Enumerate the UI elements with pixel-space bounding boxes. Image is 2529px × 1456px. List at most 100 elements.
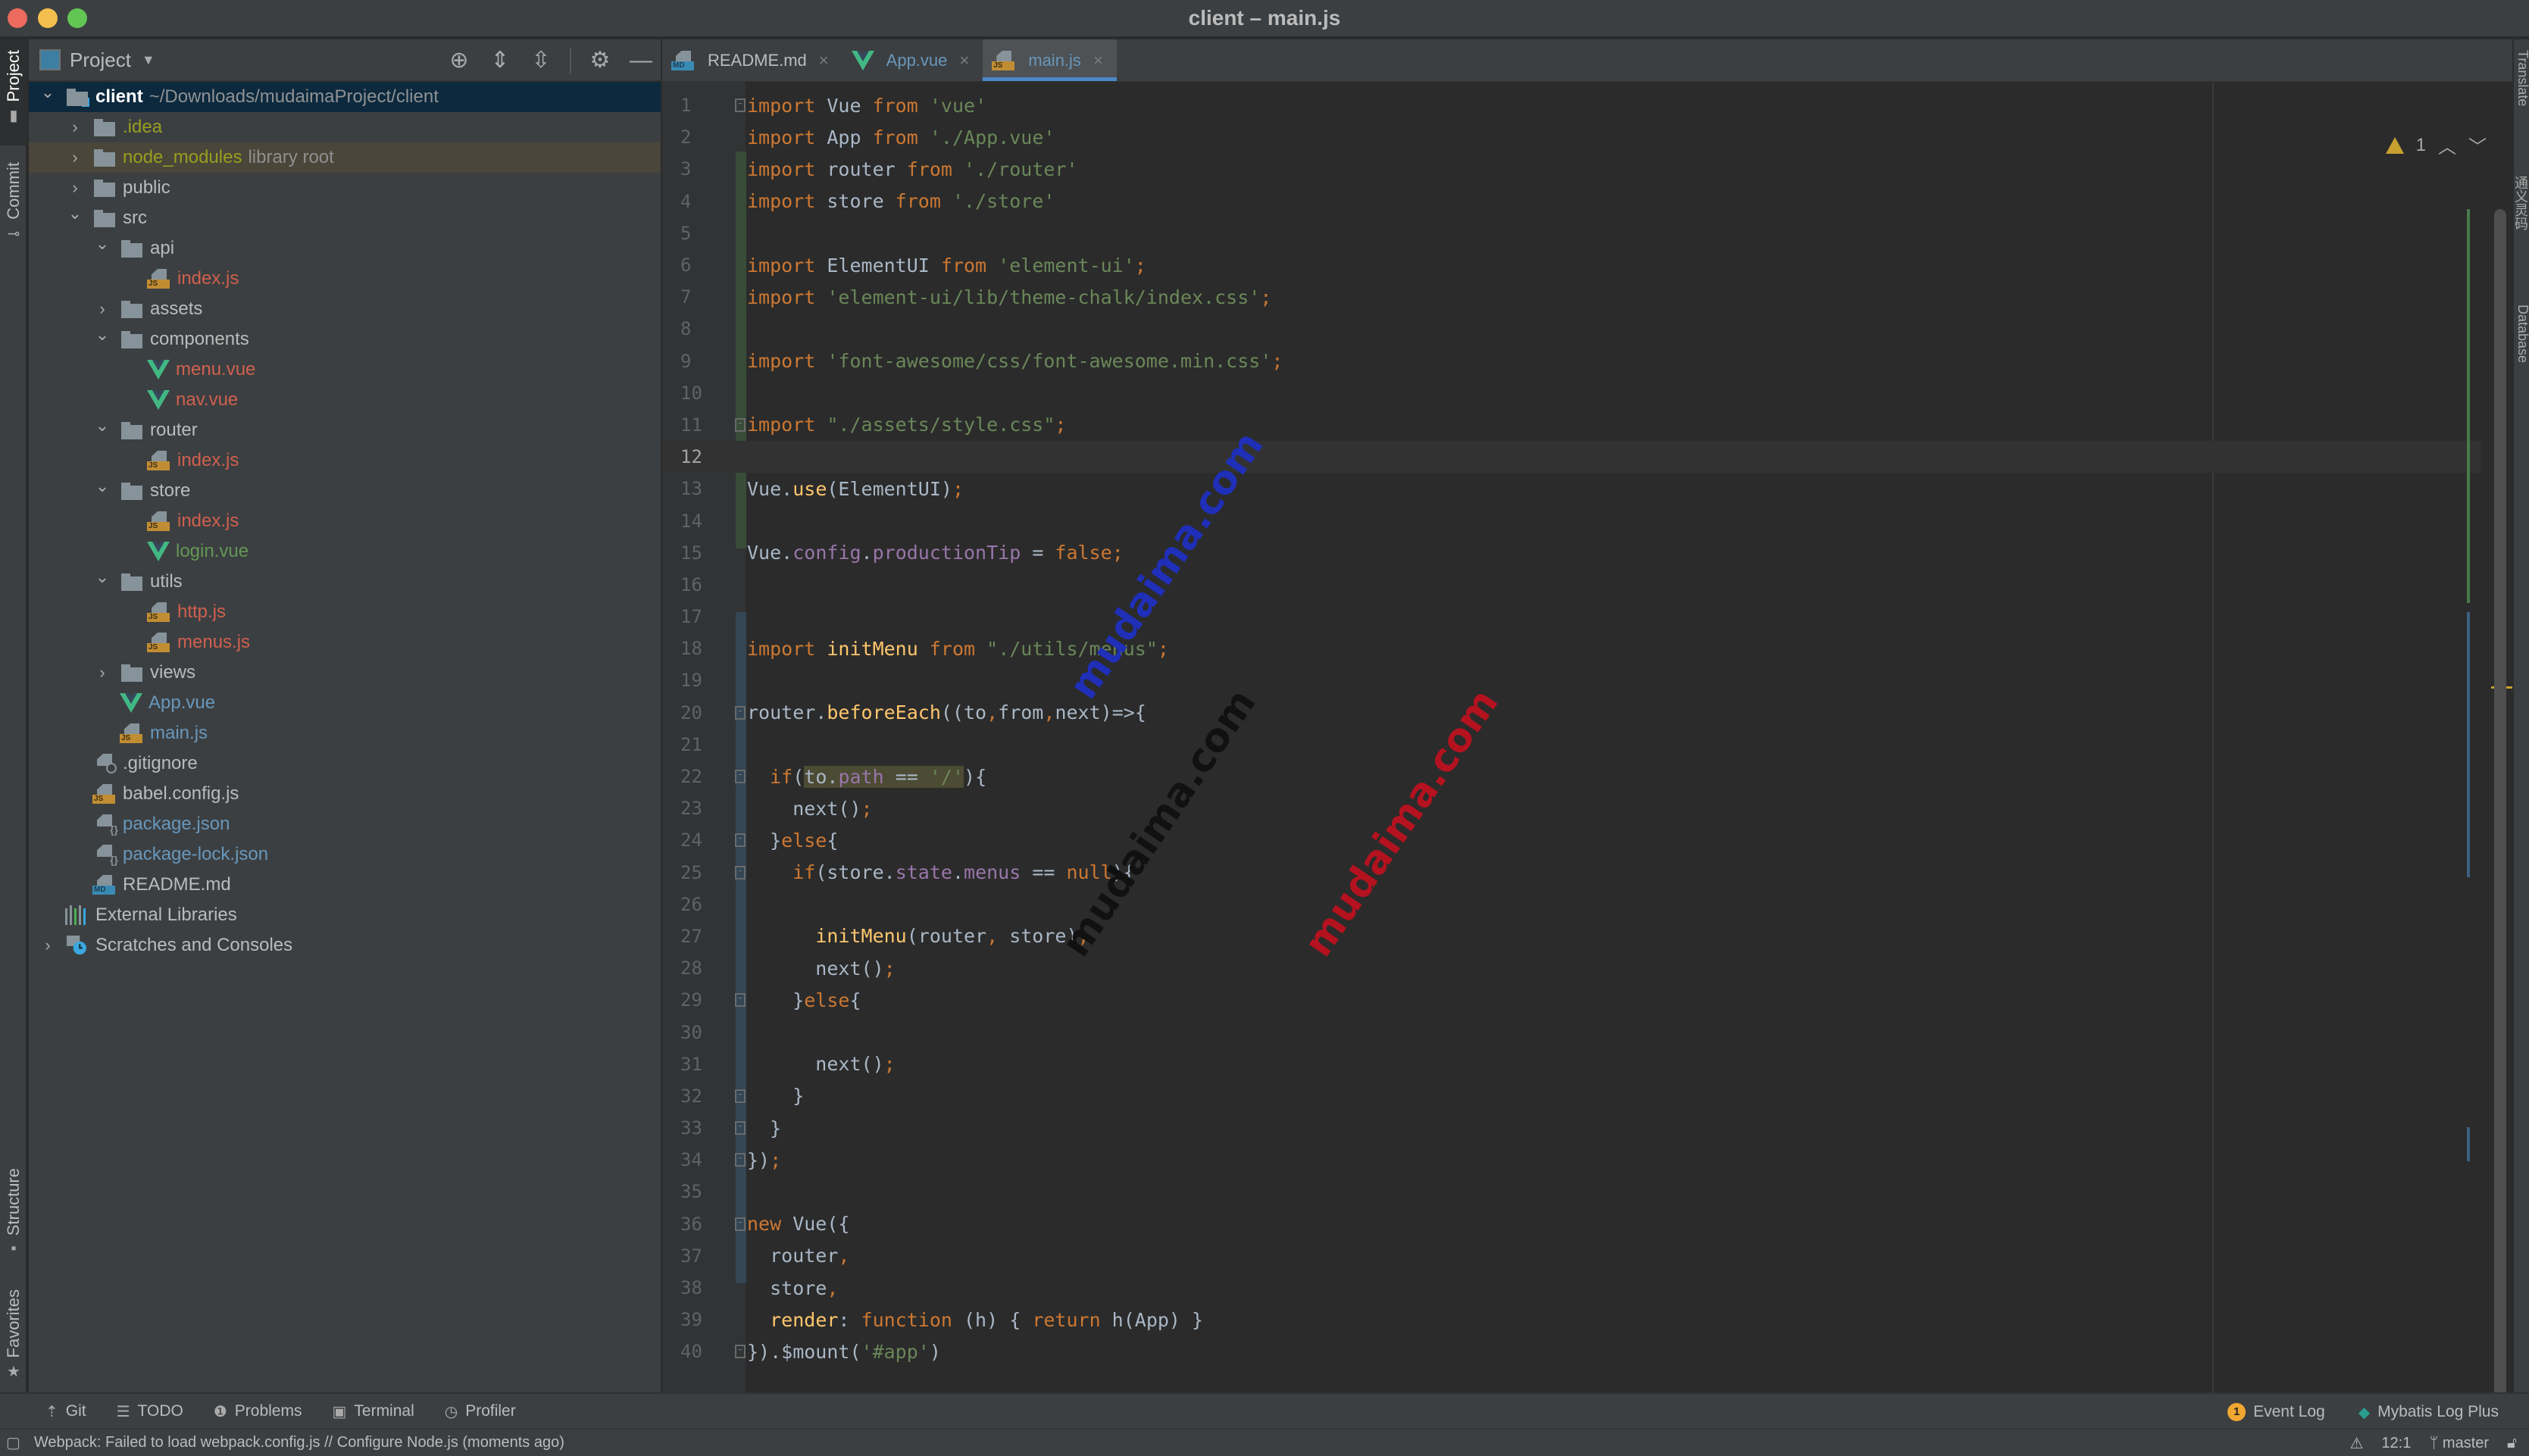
chevron-down-icon[interactable]: ⌄ [94, 567, 111, 587]
chevron-right-icon[interactable]: › [94, 663, 111, 683]
git-branch[interactable]: ᛘ master [2429, 1435, 2489, 1452]
previous-highlight-icon[interactable]: ︿ [2438, 132, 2456, 158]
tool-tab-database[interactable]: Database [2514, 305, 2529, 363]
gear-icon[interactable]: ⚙ [588, 47, 612, 74]
code-editor[interactable]: 1− import Vue from 'vue' 2 import App from … [662, 82, 2512, 1421]
tree-item[interactable]: ›JSbabel.config.js [29, 779, 661, 809]
tool-event-log[interactable]: 1 Event Log [2227, 1403, 2325, 1421]
fold-toggle-icon[interactable]: − [735, 705, 746, 720]
tree-item[interactable]: › views [29, 658, 661, 688]
tree-item[interactable]: › .idea [29, 112, 661, 142]
hide-panel-icon[interactable]: — [629, 47, 653, 74]
editor-tab-readme-md[interactable]: MD README.md × [662, 39, 842, 81]
tool-tab-tongyi-lingma[interactable]: 通义灵码 [2513, 176, 2529, 230]
chevron-right-icon[interactable]: › [67, 178, 83, 198]
tree-item[interactable]: ›JSmenus.js [29, 627, 661, 658]
code-text: import initMenu from "./utils/menus"; [747, 637, 1169, 660]
fold-toggle-icon[interactable]: − [735, 1217, 746, 1231]
tree-item[interactable]: ›JShttp.js [29, 597, 661, 627]
tree-item[interactable]: ›MDREADME.md [29, 870, 661, 900]
tree-item[interactable]: ⌄ router [29, 415, 661, 445]
fold-toggle-icon[interactable]: − [735, 993, 746, 1008]
chevron-down-icon[interactable]: ⌄ [94, 476, 111, 496]
tree-item[interactable]: › assets [29, 294, 661, 324]
tree-item[interactable]: ›App.vue [29, 688, 661, 718]
tree-item[interactable]: ›JSindex.js [29, 445, 661, 476]
readonly-lock-icon[interactable]: 🔓︎ [2507, 1435, 2517, 1452]
tool-mybatis-log-plus[interactable]: ◆ Mybatis Log Plus [2359, 1403, 2499, 1422]
close-tab-icon[interactable]: × [959, 51, 969, 70]
tree-item[interactable]: ›{}package-lock.json [29, 839, 661, 870]
tool-tab-favorites[interactable]: Favorites ★ [0, 1282, 27, 1395]
tree-item[interactable]: ⌄ src [29, 203, 661, 233]
folder-icon [120, 481, 144, 501]
project-view-selector[interactable]: Project [70, 48, 131, 72]
vcs-warning-icon[interactable]: ⚠ [2349, 1434, 2363, 1453]
tool-terminal[interactable]: ▣ Terminal [332, 1402, 414, 1421]
tree-item[interactable]: ⌄ store [29, 476, 661, 506]
chevron-right-icon[interactable]: › [39, 936, 56, 955]
editor-scrollbar[interactable] [2494, 209, 2506, 1421]
fold-toggle-icon[interactable]: − [735, 1089, 746, 1103]
tool-tab-commit[interactable]: Commit ⊸ [0, 155, 27, 253]
tree-item[interactable]: ›nav.vue [29, 385, 661, 415]
status-message[interactable]: Webpack: Failed to load webpack.config.j… [34, 1434, 564, 1451]
editor-tab-main-js[interactable]: JS main.js × [983, 39, 1117, 81]
fold-toggle-icon[interactable]: − [735, 1345, 746, 1359]
tool-git[interactable]: ⇡ Git [45, 1402, 86, 1421]
folder-icon [120, 330, 144, 349]
tree-item[interactable]: › node_modules library root [29, 142, 661, 173]
inspection-widget[interactable]: 1 ︿ ﹀ [2385, 132, 2487, 158]
caret-position[interactable]: 12:1 [2381, 1435, 2411, 1452]
collapse-all-icon[interactable]: ⇳ [529, 47, 553, 74]
chevron-right-icon[interactable]: › [67, 117, 83, 137]
tool-tab-translate[interactable]: Translate [2514, 50, 2529, 106]
tree-item[interactable]: ›.gitignore [29, 748, 661, 779]
code-line: 4 import store from './store' [662, 186, 2481, 217]
js-file-icon: JS [92, 784, 117, 804]
chevron-down-icon[interactable]: ⌄ [94, 416, 111, 436]
tree-item[interactable]: ›menu.vue [29, 355, 661, 385]
tree-item[interactable]: ⌄ components [29, 324, 661, 355]
chevron-down-icon[interactable]: ⌄ [39, 83, 56, 102]
code-line: 29 − }else{ [662, 984, 2481, 1016]
tree-item[interactable]: ›JSmain.js [29, 718, 661, 748]
fold-toggle-icon[interactable]: − [735, 98, 746, 112]
json-file-icon: {} [92, 845, 118, 866]
toggle-tool-windows-icon[interactable]: ▢ [6, 1433, 20, 1452]
tree-item[interactable]: ›login.vue [29, 536, 661, 567]
tree-item[interactable]: ⌄ client ~/Downloads/mudaimaProject/client [29, 82, 661, 112]
close-tab-icon[interactable]: × [819, 51, 829, 70]
tree-item[interactable]: ›JSindex.js [29, 506, 661, 536]
tree-item[interactable]: › Scratches and Consoles [29, 930, 661, 961]
tree-item[interactable]: ›External Libraries [29, 900, 661, 930]
tool-profiler[interactable]: ◷ Profiler [445, 1402, 516, 1421]
fold-toggle-icon[interactable]: − [735, 1121, 746, 1135]
tool-tab-project[interactable]: Project ▮ [0, 39, 27, 145]
tool-tab-structure[interactable]: Structure ▪ [0, 1161, 27, 1274]
chevron-down-icon[interactable]: ⌄ [94, 325, 111, 345]
close-tab-icon[interactable]: × [1093, 51, 1103, 70]
tree-item[interactable]: › public [29, 173, 661, 203]
fold-toggle-icon[interactable]: − [735, 865, 746, 880]
tree-item[interactable]: ›{}package.json [29, 809, 661, 839]
tree-item[interactable]: ⌄ api [29, 233, 661, 264]
next-highlight-icon[interactable]: ﹀ [2468, 132, 2487, 158]
locate-icon[interactable]: ⊕ [447, 47, 471, 74]
tree-item-label: client [95, 86, 143, 107]
chevron-right-icon[interactable]: › [67, 148, 83, 167]
chevron-right-icon[interactable]: › [94, 299, 111, 319]
chevron-down-icon[interactable]: ⌄ [67, 204, 83, 223]
tree-item[interactable]: ›JSindex.js [29, 264, 661, 294]
chevron-down-icon[interactable]: ▼ [142, 52, 155, 68]
fold-toggle-icon[interactable]: − [735, 1153, 746, 1167]
fold-toggle-icon[interactable]: − [735, 769, 746, 783]
expand-all-icon[interactable]: ⇕ [488, 47, 512, 74]
tree-item[interactable]: ⌄ utils [29, 567, 661, 597]
chevron-down-icon[interactable]: ⌄ [94, 234, 111, 254]
fold-toggle-icon[interactable]: − [735, 417, 746, 432]
editor-tab-app-vue[interactable]: App.vue × [842, 39, 983, 81]
fold-toggle-icon[interactable]: − [735, 833, 746, 848]
tool-todo[interactable]: ☰ TODO [117, 1402, 183, 1421]
tool-problems[interactable]: ❶ Problems [214, 1402, 302, 1421]
